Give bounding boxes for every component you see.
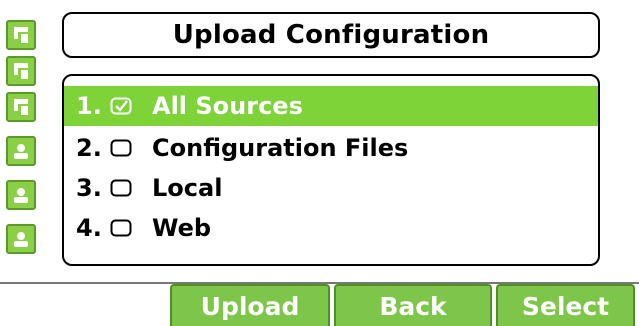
- line-key-1[interactable]: [6, 20, 36, 50]
- option-index: 3.: [76, 174, 102, 202]
- select-button[interactable]: Select: [496, 284, 635, 326]
- contact-key-3[interactable]: [6, 224, 36, 254]
- back-button[interactable]: Back: [334, 284, 492, 326]
- contact-icon: [14, 188, 28, 203]
- option-index: 4.: [76, 214, 102, 242]
- title-bar: Upload Configuration: [62, 12, 600, 58]
- phone-line-icon: [14, 27, 28, 43]
- option-local[interactable]: 3. Local: [64, 168, 598, 208]
- unchecked-checkbox-icon[interactable]: [108, 176, 134, 200]
- contact-icon: [14, 144, 28, 159]
- unchecked-checkbox-icon[interactable]: [108, 216, 134, 240]
- option-index: 2.: [76, 134, 102, 162]
- checked-checkbox-icon[interactable]: [108, 94, 134, 118]
- phone-screen: Upload Configuration 1. All Sources 2. C…: [0, 0, 639, 326]
- contact-key-1[interactable]: [6, 136, 36, 166]
- option-label: All Sources: [152, 92, 303, 120]
- unchecked-checkbox-icon[interactable]: [108, 136, 134, 160]
- line-key-2[interactable]: [6, 56, 36, 86]
- option-label: Local: [152, 174, 223, 202]
- option-label: Configuration Files: [152, 134, 409, 162]
- softkey-bar: Upload Back Select: [0, 282, 639, 326]
- phone-line-icon: [14, 99, 28, 115]
- upload-button[interactable]: Upload: [170, 284, 330, 326]
- page-title: Upload Configuration: [172, 20, 490, 50]
- option-list: 1. All Sources 2. Configuration Files 3.: [62, 74, 600, 266]
- phone-line-icon: [14, 63, 28, 79]
- line-key-3[interactable]: [6, 92, 36, 122]
- option-configuration-files[interactable]: 2. Configuration Files: [64, 128, 598, 168]
- option-all-sources[interactable]: 1. All Sources: [64, 86, 598, 126]
- option-label: Web: [152, 214, 212, 242]
- option-web[interactable]: 4. Web: [64, 208, 598, 248]
- contact-icon: [14, 232, 28, 247]
- contact-key-2[interactable]: [6, 180, 36, 210]
- option-index: 1.: [76, 92, 102, 120]
